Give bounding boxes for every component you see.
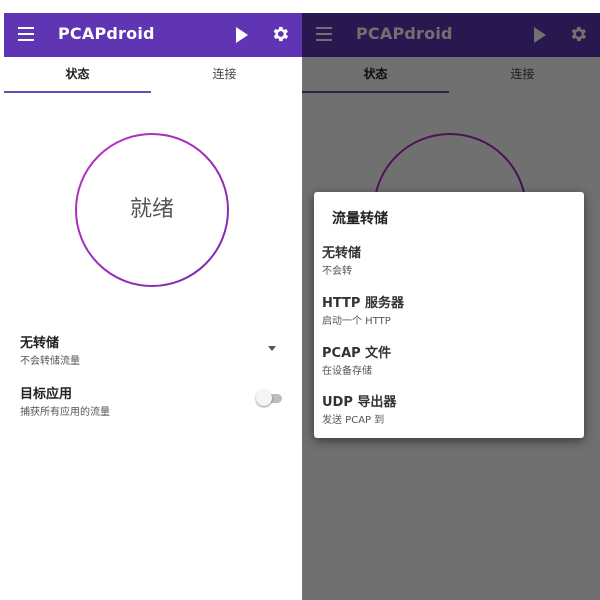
tab-connections[interactable]: 连接	[151, 57, 298, 93]
tab-bar: 状态 连接	[4, 57, 302, 93]
option-udp-exporter-subtitle: 发送 PCAP 到	[322, 415, 385, 426]
status-label: 就绪	[129, 197, 174, 222]
option-udp-exporter[interactable]: UDP 导出器	[322, 391, 396, 410]
option-http-server[interactable]: HTTP 服务器	[322, 292, 404, 311]
option-http-server-subtitle: 启动一个 HTTP	[322, 316, 391, 327]
dump-mode-subtitle: 不会转储流量	[20, 356, 80, 367]
menu-icon[interactable]	[18, 27, 34, 41]
gear-icon[interactable]	[270, 24, 290, 44]
app-toolbar: PCAPdroid	[4, 13, 302, 57]
dump-mode-dialog: 流量转储 无转储 不会转 HTTP 服务器 启动一个 HTTP PCAP 文件 …	[314, 192, 584, 438]
dropdown-arrow-icon[interactable]	[268, 346, 276, 351]
target-app-title: 目标应用	[20, 387, 73, 402]
tab-indicator	[4, 91, 151, 93]
option-no-dump[interactable]: 无转储	[322, 242, 361, 261]
toggle-knob	[256, 390, 272, 406]
tab-status[interactable]: 状态	[4, 57, 151, 93]
target-app-toggle[interactable]	[256, 390, 284, 406]
main-screen: PCAPdroid 状态 连接 就绪 无转储 不会转储流量 目标应用 捕获所有应…	[4, 0, 302, 600]
dump-dialog-screen: PCAPdroid 状态 连接 流量转储 无转储 不会转 HTTP 服务器 启动…	[302, 0, 600, 600]
play-icon[interactable]	[236, 27, 248, 43]
option-no-dump-subtitle: 不会转	[322, 266, 352, 277]
target-app-subtitle: 捕获所有应用的流量	[20, 407, 110, 418]
option-pcap-file[interactable]: PCAP 文件	[322, 342, 391, 361]
option-pcap-file-subtitle: 在设备存储	[322, 366, 372, 377]
dialog-title: 流量转储	[332, 211, 388, 227]
toolbar-scrim	[302, 13, 600, 57]
app-title: PCAPdroid	[58, 24, 155, 43]
dump-mode-title[interactable]: 无转储	[20, 332, 59, 351]
